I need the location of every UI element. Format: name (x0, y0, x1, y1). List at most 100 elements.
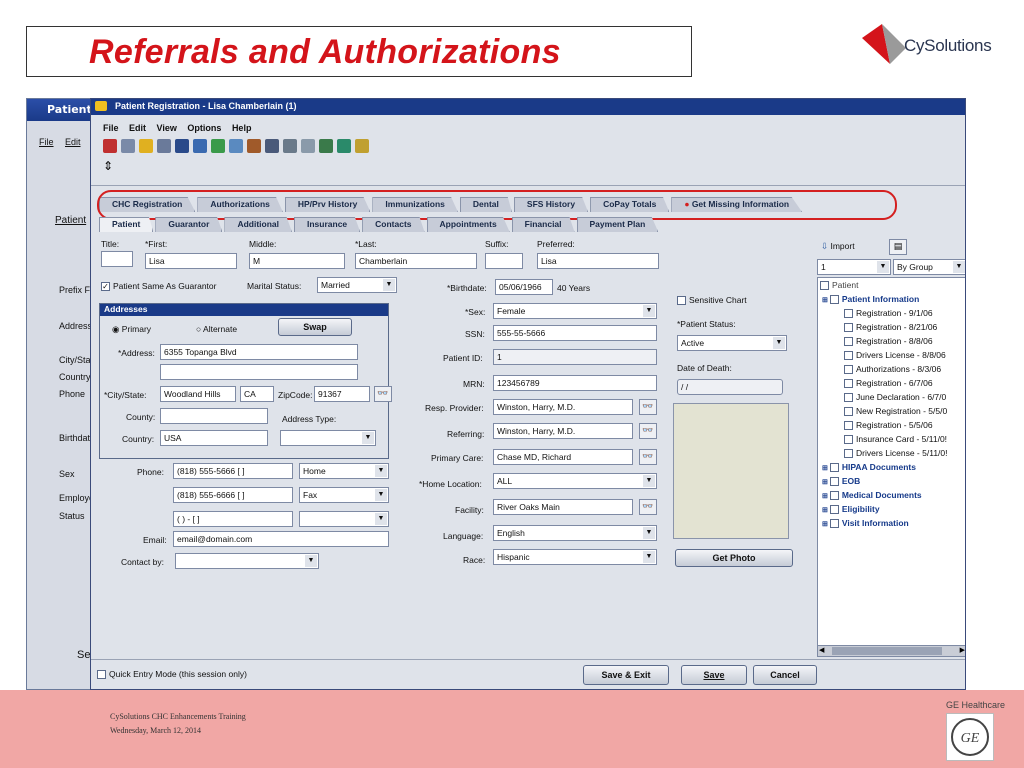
search-icon[interactable] (229, 139, 243, 153)
tree-folder[interactable]: ⊞ HIPAA Documents (822, 462, 916, 473)
country-field[interactable]: USA (160, 430, 268, 446)
ssn-field[interactable]: 555-55-5666 (493, 325, 657, 341)
primary-radio[interactable]: ◉ Primary (112, 324, 151, 335)
checkbox-icon[interactable] (844, 435, 853, 445)
report-icon[interactable] (283, 139, 297, 153)
checkbox-icon[interactable] (844, 351, 853, 361)
tree-folder[interactable]: ⊞ Patient Information (822, 294, 919, 305)
tab-contacts[interactable]: Contacts (362, 217, 425, 232)
tab-appointments[interactable]: Appointments (426, 217, 510, 232)
scroll-right-icon[interactable]: ▶ (960, 646, 965, 654)
bg-menu-file[interactable]: File (39, 137, 54, 147)
death-date-field[interactable]: / / (677, 379, 783, 395)
tree-root[interactable]: Patient (820, 280, 858, 291)
tab-financial[interactable]: Financial (511, 217, 575, 232)
copy-icon[interactable] (157, 139, 171, 153)
referring-field[interactable]: Winston, Harry, M.D. (493, 423, 633, 439)
facility-field[interactable]: River Oaks Main (493, 499, 633, 515)
checkbox-icon[interactable] (829, 505, 839, 515)
binoculars-icon[interactable]: 👓 (374, 386, 392, 402)
address-type-select[interactable]: ▼ (280, 430, 376, 446)
scroll-thumb[interactable] (832, 647, 942, 655)
tree-document[interactable]: Registration - 8/8/06 (844, 336, 933, 347)
checkbox-icon[interactable] (844, 407, 853, 417)
checkbox-icon[interactable] (844, 365, 853, 375)
sort-icon[interactable]: ⇕ (103, 159, 113, 173)
phone-type-2[interactable]: Fax ▼ (299, 487, 389, 503)
title-field[interactable] (101, 251, 133, 267)
contact-by-select[interactable]: ▼ (175, 553, 319, 569)
import-button[interactable]: ⇩ Import (821, 241, 855, 252)
address-field[interactable]: 6355 Topanga Blvd (160, 344, 358, 360)
checkbox-icon[interactable] (829, 491, 839, 501)
checkbox-icon[interactable] (829, 463, 839, 473)
checkbox-icon[interactable] (844, 393, 853, 403)
binoculars-icon[interactable]: 👓 (639, 399, 657, 415)
save-button[interactable]: Save (681, 665, 747, 685)
tree-document[interactable]: Registration - 5/5/06 (844, 420, 933, 431)
expand-icon[interactable]: ⊞ (822, 465, 830, 472)
birthdate-field[interactable]: 05/06/1966 (495, 279, 553, 295)
print-icon[interactable] (121, 139, 135, 153)
county-field[interactable] (160, 408, 268, 424)
preferred-field[interactable]: Lisa (537, 253, 659, 269)
tree-document[interactable]: Drivers License - 5/11/0! (844, 448, 948, 459)
group-by-select[interactable]: By Group ▼ (893, 259, 965, 275)
folder-icon[interactable] (139, 139, 153, 153)
document-icon[interactable] (193, 139, 207, 153)
sex-select[interactable]: Female ▼ (493, 303, 657, 319)
binoculars-icon[interactable]: 👓 (639, 499, 657, 515)
tab-patient[interactable]: Patient (99, 217, 154, 232)
phone-field-2[interactable]: (818) 555-6666 [ ] (173, 487, 293, 503)
phone-field-1[interactable]: (818) 555-5666 [ ] (173, 463, 293, 479)
checkbox-icon[interactable] (844, 449, 853, 459)
checkbox-icon[interactable] (844, 337, 853, 347)
phone-type-3[interactable]: ▼ (299, 511, 389, 527)
checkbox-icon[interactable] (829, 477, 839, 487)
binoculars-icon[interactable]: 👓 (639, 449, 657, 465)
quick-entry-checkbox[interactable]: Quick Entry Mode (this session only) (97, 669, 247, 680)
tools-icon[interactable] (319, 139, 333, 153)
tree-folder[interactable]: ⊞ Eligibility (822, 504, 880, 515)
tree-document[interactable]: Insurance Card - 5/11/0! (844, 434, 947, 445)
key-icon[interactable] (355, 139, 369, 153)
menu-options[interactable]: Options (187, 123, 221, 133)
patient-id-field[interactable]: 1 (493, 349, 657, 365)
save-exit-button[interactable]: Save & Exit (583, 665, 669, 685)
city-field[interactable]: Woodland Hills (160, 386, 236, 402)
address-line2-field[interactable] (160, 364, 358, 380)
checkbox-icon[interactable] (844, 421, 853, 431)
first-name-field[interactable]: Lisa (145, 253, 237, 269)
tree-document[interactable]: Registration - 6/7/06 (844, 378, 933, 389)
swap-button[interactable]: Swap (278, 318, 352, 336)
binoculars-icon[interactable]: 👓 (639, 423, 657, 439)
patient-status-select[interactable]: Active ▼ (677, 335, 787, 351)
last-name-field[interactable]: Chamberlain (355, 253, 477, 269)
tree-document[interactable]: Registration - 8/21/06 (844, 322, 937, 333)
exit-icon[interactable] (103, 139, 117, 153)
zip-field[interactable]: 91367 (314, 386, 370, 402)
menu-file[interactable]: File (103, 123, 119, 133)
tree-document[interactable]: Drivers License - 8/8/06 (844, 350, 946, 361)
email-field[interactable]: email@domain.com (173, 531, 389, 547)
list-icon[interactable] (301, 139, 315, 153)
expand-icon[interactable]: ⊞ (822, 507, 830, 514)
checkbox-icon[interactable] (829, 295, 839, 305)
chart-icon[interactable] (247, 139, 261, 153)
tab-payment-plan[interactable]: Payment Plan (576, 217, 659, 232)
tree-horizontal-scrollbar[interactable]: ◀ ▶ (817, 645, 965, 657)
checkbox-icon[interactable] (829, 519, 839, 529)
resp-provider-field[interactable]: Winston, Harry, M.D. (493, 399, 633, 415)
mrn-field[interactable]: 123456789 (493, 375, 657, 391)
checkbox-icon[interactable] (844, 309, 853, 319)
same-guarantor-checkbox[interactable]: ✓ Patient Same As Guarantor (101, 281, 216, 292)
get-photo-button[interactable]: Get Photo (675, 549, 793, 567)
primary-care-field[interactable]: Chase MD, Richard (493, 449, 633, 465)
tree-folder[interactable]: ⊞ EOB (822, 476, 860, 487)
tree-folder[interactable]: ⊞ Visit Information (822, 518, 909, 529)
tree-document[interactable]: Authorizations - 8/3/06 (844, 364, 941, 375)
tab-insurance[interactable]: Insurance (294, 217, 361, 232)
middle-name-field[interactable]: M (249, 253, 345, 269)
marital-select[interactable]: Married ▼ (317, 277, 397, 293)
document-icon[interactable]: ▤ (889, 239, 907, 255)
